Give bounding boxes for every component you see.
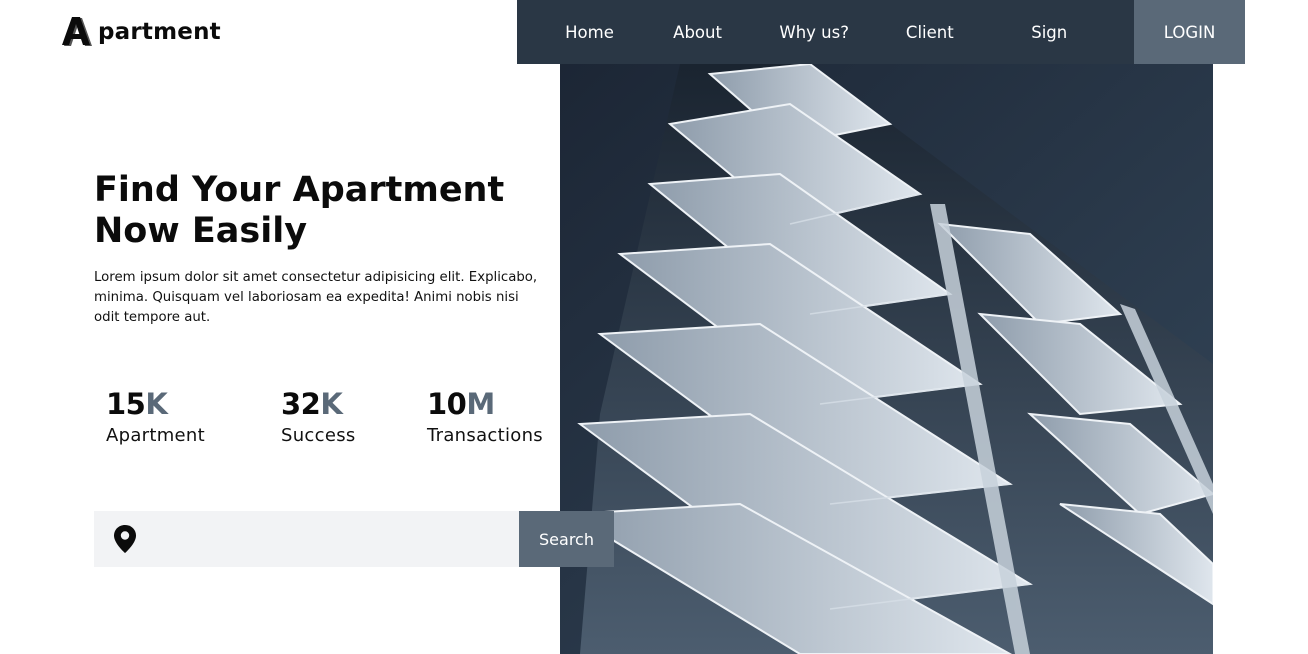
stat-label: Apartment (106, 425, 206, 446)
stat-label: Success (281, 425, 356, 446)
search-button[interactable]: Search (519, 511, 614, 567)
stat-success: 32K Success (281, 386, 356, 450)
nav-client[interactable]: Client (895, 0, 964, 64)
stat-transactions: 10M Transactions (427, 386, 543, 450)
stat-number: 32 (281, 387, 321, 421)
page-title: Find Your Apartment Now Easily (94, 170, 554, 252)
stat-value: 15K (106, 386, 205, 422)
stat-number: 10 (427, 387, 467, 421)
stat-label: Transactions (427, 425, 543, 446)
nav-why-us[interactable]: Why us? (733, 0, 895, 64)
stat-suffix: K (320, 387, 343, 421)
logo[interactable]: partment (60, 14, 221, 50)
nav-sign[interactable]: Sign (964, 0, 1134, 64)
stat-value: 10M (427, 386, 543, 422)
location-search (94, 511, 519, 567)
logo-mark-icon (62, 17, 92, 46)
stat-value: 32K (281, 386, 356, 422)
stat-suffix: M (466, 387, 495, 421)
headline-line-1: Find Your Apartment (94, 170, 505, 210)
top-nav: Home About Why us? Client Sign LOGIN (517, 0, 1245, 64)
brand-name: partment (98, 19, 221, 45)
hero-description: Lorem ipsum dolor sit amet consectetur a… (94, 270, 538, 325)
location-pin-icon (114, 525, 136, 553)
stat-suffix: K (145, 387, 168, 421)
stat-number: 15 (106, 387, 146, 421)
nav-home[interactable]: Home (517, 0, 662, 64)
stat-apartment: 15K Apartment (106, 386, 205, 450)
nav-about[interactable]: About (662, 0, 733, 64)
search-input[interactable] (137, 511, 519, 567)
apartment-building-photo (560, 64, 1213, 654)
login-button[interactable]: LOGIN (1134, 0, 1245, 64)
headline-line-2: Now Easily (94, 211, 308, 251)
